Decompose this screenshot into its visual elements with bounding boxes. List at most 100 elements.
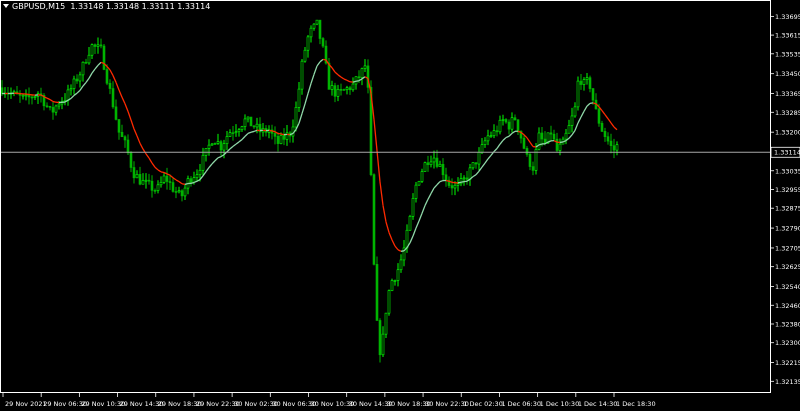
candle-body — [240, 126, 244, 131]
ma-segment — [415, 220, 420, 229]
ma-segment — [85, 77, 90, 83]
candle-body — [429, 161, 433, 166]
y-tick-label: 1.32705 — [775, 244, 800, 252]
candle-body — [231, 132, 235, 134]
y-tick-label: 1.32215 — [775, 359, 800, 367]
ma-segment — [580, 110, 585, 118]
ma-segment — [310, 74, 315, 84]
x-tick-label: 1 Dec 02:30 — [463, 400, 503, 408]
ma-segment — [352, 80, 357, 83]
candle-body — [567, 125, 571, 134]
candle-body — [45, 105, 49, 108]
candle-body — [537, 132, 541, 150]
candle-body — [273, 133, 277, 137]
ma-segment — [109, 69, 114, 76]
ma-segment — [601, 110, 606, 115]
candle-body — [555, 138, 559, 151]
candle-body — [591, 88, 595, 101]
candle-body — [129, 152, 133, 168]
candle-body — [255, 123, 259, 128]
ma-segment — [526, 137, 531, 143]
ma-segment — [502, 137, 507, 141]
ma-segment — [340, 76, 345, 80]
candle-body — [570, 115, 574, 126]
ma-segment — [181, 183, 186, 186]
ma-segment — [373, 119, 378, 151]
price-axis[interactable]: 1.33695 1.33615 1.33535 1.33450 1.33365 1.332… — [770, 13, 800, 386]
ma-segment — [145, 153, 150, 159]
ma-segment — [445, 179, 450, 182]
price-chart[interactable]: 1.33695 1.33615 1.33535 1.33450 1.33365 1.332… — [0, 0, 800, 411]
ma-segment — [331, 67, 336, 73]
candle-body — [297, 88, 301, 108]
candle-body — [540, 132, 544, 140]
candle-body — [114, 106, 118, 120]
candle-body — [333, 85, 337, 97]
candle-body — [528, 154, 532, 167]
candle-body — [342, 89, 346, 91]
ma-segment — [76, 89, 81, 94]
y-tick-label: 1.32955 — [775, 186, 800, 194]
ma-segment — [139, 143, 144, 150]
candle-body — [387, 290, 391, 314]
candle-body — [408, 216, 412, 231]
y-tick-label: 1.32625 — [775, 263, 800, 271]
candle-body — [603, 131, 607, 137]
candle-body — [549, 132, 553, 135]
candle-body — [237, 129, 241, 133]
candle-body — [312, 23, 316, 29]
y-tick-label: 1.33365 — [775, 90, 800, 98]
candle-body — [468, 167, 472, 180]
y-tick-label: 1.32380 — [775, 320, 800, 328]
candle-body — [141, 180, 145, 185]
ma-segment — [190, 181, 195, 184]
candle-body — [336, 89, 340, 97]
candle-body — [396, 269, 400, 281]
ma-segment — [391, 239, 396, 247]
ma-segment — [229, 145, 234, 150]
y-tick-label: 1.33035 — [775, 167, 800, 175]
ma-segment — [382, 205, 387, 223]
candle-body — [501, 119, 505, 121]
candle-body — [144, 179, 148, 182]
ma-segment — [94, 64, 99, 70]
ma-segment — [175, 179, 180, 183]
ma-segment — [82, 82, 87, 87]
ma-segment — [586, 102, 591, 107]
y-tick-label: 1.32300 — [775, 339, 800, 347]
candle-body — [315, 19, 319, 25]
candle-body — [198, 169, 202, 176]
ma-segment — [280, 133, 285, 136]
ma-segment — [427, 193, 432, 200]
candle-body — [222, 143, 226, 151]
candle-body — [588, 77, 592, 89]
candle-body — [294, 107, 298, 128]
candle-body — [120, 131, 124, 138]
candle-body — [21, 94, 25, 97]
candle-body — [303, 49, 307, 62]
ma-segment — [250, 130, 255, 133]
candle-body — [57, 103, 61, 107]
candle-body — [51, 107, 55, 113]
ma-segment — [607, 118, 612, 124]
candle-body — [138, 174, 142, 185]
y-tick-label: 1.32875 — [775, 205, 800, 213]
chart-window[interactable]: 1.33695 1.33615 1.33535 1.33450 1.33365 1.332… — [0, 0, 800, 411]
candle-body — [75, 78, 79, 82]
ma-segment — [46, 97, 51, 101]
candle-body — [543, 138, 547, 144]
candle-body — [525, 148, 529, 155]
ma-segment — [559, 141, 564, 144]
symbol-dropdown-icon[interactable] — [3, 4, 9, 8]
candle-body — [495, 130, 499, 133]
ma-segment — [316, 61, 321, 67]
ma-segment — [487, 154, 492, 160]
ma-segment — [241, 135, 246, 141]
ma-segment — [52, 100, 57, 103]
candle-body — [381, 333, 385, 356]
candle-body — [441, 163, 445, 176]
candle-body — [300, 60, 304, 90]
time-axis[interactable]: 29 Nov 202129 Nov 06:3029 Nov 10:3029 No… — [2, 393, 656, 408]
candle-body — [417, 181, 421, 186]
candle-body — [480, 144, 484, 153]
